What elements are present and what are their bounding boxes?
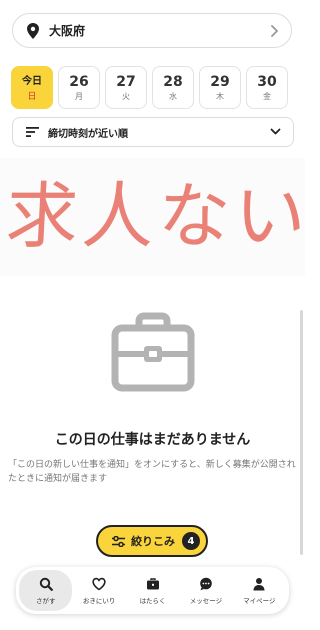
location-pin-icon [26,22,40,39]
tab-label: おきにいり [82,596,116,605]
handwritten-text: 求人ない [3,174,313,258]
date-weekday: 金 [263,91,271,101]
date-number: 28 [163,73,183,90]
chat-icon [199,577,213,591]
tab-label: はたらく [139,596,166,605]
scrollbar[interactable] [300,310,303,555]
tab-favorites[interactable]: おきにいり [72,570,125,611]
date-weekday: 月 [75,91,83,101]
sort-label: 締切時刻が近い順 [48,128,128,140]
heart-icon [92,577,106,591]
sort-dropdown[interactable]: 締切時刻が近い順 [12,117,294,147]
empty-state-description: 「この日の新しい仕事を通知」をオンにすると、新しく募集が公開されたときに通知が届… [8,460,296,484]
chevron-right-icon [269,24,279,37]
date-item[interactable]: 27 火 [105,66,147,109]
filter-button[interactable]: 絞りこみ 4 [96,525,208,557]
date-number: 27 [116,73,136,90]
date-number: 29 [210,73,230,90]
date-item[interactable]: 26 月 [58,66,100,109]
date-item[interactable]: 28 水 [152,66,194,109]
person-icon [252,577,266,591]
date-weekday: 日 [27,91,37,102]
filter-count-badge: 4 [182,532,200,550]
date-weekday: 木 [216,91,224,101]
date-item[interactable]: 29 木 [199,66,241,109]
date-number: 今日 [22,75,42,87]
tab-label: さがす [35,596,56,605]
tab-mypage[interactable]: マイページ [233,570,286,611]
filter-sliders-icon [112,535,125,547]
date-weekday: 火 [122,91,130,101]
tab-label: マイページ [243,596,276,605]
bottom-tab-bar: さがす おきにいり はたらく メッセージ マイページ [16,567,289,614]
filter-label: 絞りこみ [131,535,175,548]
chevron-down-icon [270,128,281,136]
empty-state-title: この日の仕事はまだありません [54,432,251,448]
search-icon [39,577,53,591]
sort-icon [26,127,39,137]
briefcase-icon [146,577,160,591]
date-weekday: 水 [169,91,177,101]
tab-label: メッセージ [189,596,223,605]
date-today[interactable]: 今日 日 [11,66,53,109]
tab-messages[interactable]: メッセージ [179,570,232,611]
location-label: 大阪府 [49,24,86,38]
date-number: 26 [69,73,89,90]
date-item[interactable]: 30 金 [246,66,288,109]
date-number: 30 [257,73,277,90]
tab-search[interactable]: さがす [19,570,73,611]
location-selector[interactable]: 大阪府 [12,13,292,48]
briefcase-icon [110,312,196,394]
date-selector: 今日 日 26 月 27 火 28 水 29 木 30 金 [11,66,311,110]
tab-work[interactable]: はたらく [126,570,179,611]
handwritten-overlay: 求人ない [0,158,313,276]
